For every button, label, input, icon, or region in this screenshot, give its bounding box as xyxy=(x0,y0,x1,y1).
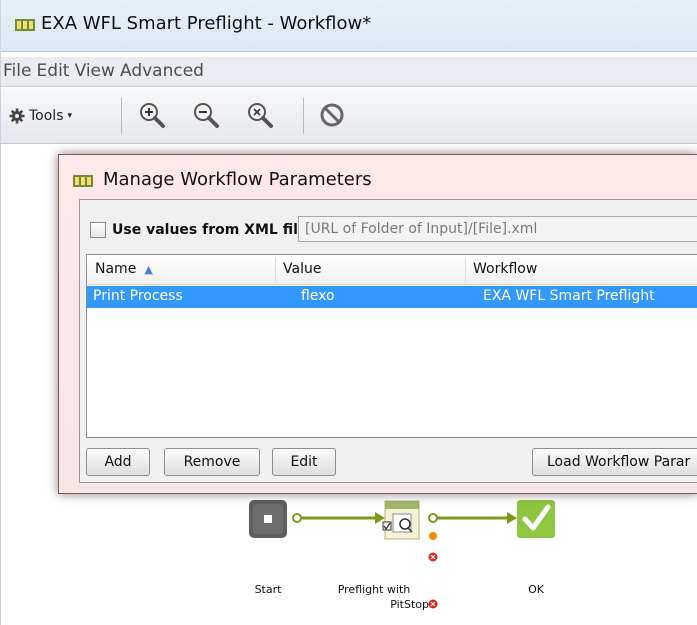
preflight-node-label-line2: PitStop xyxy=(390,598,429,611)
cell-value: flexo xyxy=(301,288,335,304)
workflow-window: EXA WFL Smart Preflight - Workflow* File… xyxy=(0,0,697,625)
remove-button[interactable]: Remove xyxy=(164,448,260,476)
menu-view[interactable]: View xyxy=(75,61,115,81)
xml-path-field[interactable]: [URL of Folder of Input]/[File].xml xyxy=(298,216,697,242)
zoom-in-icon[interactable] xyxy=(137,100,167,130)
table-row[interactable]: Print Process flexo EXA WFL Smart Prefli… xyxy=(87,286,697,308)
window-titlebar: EXA WFL Smart Preflight - Workflow* xyxy=(1,0,697,52)
cell-name: Print Process xyxy=(93,288,183,304)
toolbar-separator xyxy=(121,98,122,134)
column-divider[interactable] xyxy=(275,257,276,283)
window-title: EXA WFL Smart Preflight - Workflow* xyxy=(41,13,372,34)
menu-file[interactable]: File xyxy=(3,61,31,81)
parameters-table: Name ▲ Value Workflow Print Process flexo… xyxy=(86,254,697,438)
tools-label: Tools xyxy=(29,108,64,124)
xml-option: Use values from XML file xyxy=(90,218,307,242)
preflight-node-label-line1: Preflight with xyxy=(337,583,411,596)
dropdown-arrow-icon: ▾ xyxy=(67,111,73,121)
ok-node-label: OK xyxy=(528,583,544,596)
toolbar-separator xyxy=(303,98,304,134)
table-header: Name ▲ Value Workflow xyxy=(87,255,697,285)
column-header-name[interactable]: Name ▲ xyxy=(95,261,153,277)
start-node-label: Start xyxy=(254,583,282,596)
menu-advanced[interactable]: Advanced xyxy=(120,61,204,81)
add-button[interactable]: Add xyxy=(86,448,150,476)
use-xml-checkbox[interactable] xyxy=(90,222,106,238)
column-divider[interactable] xyxy=(465,257,466,283)
toolbar: Tools ▾ xyxy=(1,88,697,144)
tools-menu-button[interactable]: Tools ▾ xyxy=(9,104,72,128)
sort-ascending-icon: ▲ xyxy=(144,263,153,276)
column-header-value[interactable]: Value xyxy=(283,261,321,277)
dialog-title: Manage Workflow Parameters xyxy=(103,169,372,190)
manage-workflow-parameters-dialog: Manage Workflow Parameters Use values fr… xyxy=(58,154,697,494)
use-xml-label: Use values from XML file xyxy=(112,222,308,238)
dialog-panel: Use values from XML file [URL of Folder … xyxy=(79,199,697,483)
app-icon xyxy=(15,19,35,31)
app-icon xyxy=(73,175,93,187)
column-header-workflow[interactable]: Workflow xyxy=(473,261,537,277)
load-workflow-parameters-button[interactable]: Load Workflow Parar xyxy=(532,448,697,476)
cell-workflow: EXA WFL Smart Preflight xyxy=(483,288,655,304)
zoom-reset-icon[interactable] xyxy=(245,100,275,130)
disable-icon[interactable] xyxy=(317,100,347,130)
menu-edit[interactable]: Edit xyxy=(37,61,70,81)
menu-bar: File Edit View Advanced xyxy=(1,57,697,87)
gear-icon xyxy=(9,108,25,124)
zoom-out-icon[interactable] xyxy=(191,100,221,130)
edit-button[interactable]: Edit xyxy=(272,448,336,476)
